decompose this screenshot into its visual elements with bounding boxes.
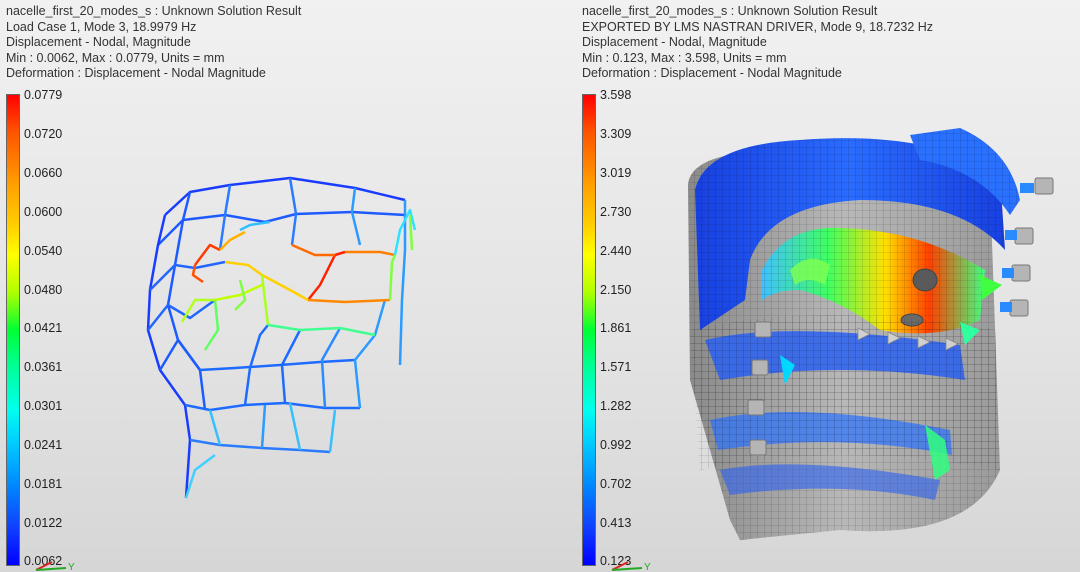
right-solid-model	[688, 128, 1054, 540]
right-axis-triad-icon: Y	[611, 561, 651, 572]
left-axis-triad-icon: Y	[35, 561, 75, 572]
right-triad-y-label: Y	[644, 562, 651, 572]
left-wireframe-model	[146, 176, 417, 499]
right-viewport[interactable]: nacelle_first_20_modes_s : Unknown Solut…	[540, 0, 1080, 572]
left-viewport[interactable]: nacelle_first_20_modes_s : Unknown Solut…	[0, 0, 540, 572]
left-triad-y-label: Y	[68, 562, 75, 572]
